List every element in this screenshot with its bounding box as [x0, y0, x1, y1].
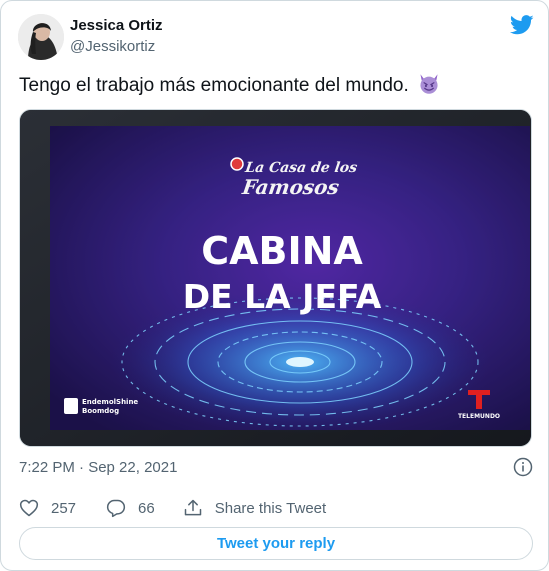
tweet-card: Jessica Ortiz @Jessikortiz Tengo el trab…: [0, 0, 549, 571]
info-icon[interactable]: [513, 457, 533, 477]
twitter-bird-icon[interactable]: [510, 15, 534, 35]
tweet-body: Tengo el trabajo más emocionante del mun…: [19, 75, 409, 96]
reply-action-button[interactable]: 66: [106, 498, 155, 518]
tweet-text: Tengo el trabajo más emocionante del mun…: [19, 73, 530, 99]
avatar-image: [18, 14, 64, 60]
like-button[interactable]: 257: [19, 498, 76, 518]
share-label: Share this Tweet: [214, 499, 327, 517]
heart-icon: [19, 499, 39, 517]
tweet-timestamp[interactable]: 7:22 PM · Sep 22, 2021: [19, 459, 177, 476]
tweet-media-image[interactable]: La Casa de los Famosos CABINA DE LA JEFA…: [19, 109, 532, 447]
producer-line2: Boomdog: [82, 407, 119, 415]
smiling-imp-emoji-icon: [420, 74, 438, 94]
tweet-your-reply-button[interactable]: Tweet your reply: [19, 527, 533, 560]
reply-count: 66: [138, 499, 155, 517]
reply-button-label: Tweet your reply: [216, 535, 336, 552]
author-name[interactable]: Jessica Ortiz: [70, 17, 163, 34]
headline-line2: DE LA JEFA: [183, 277, 382, 316]
producer-line1: EndemolShine: [82, 398, 138, 406]
headline-line1: CABINA: [201, 229, 363, 273]
author-handle[interactable]: @Jessikortiz: [70, 38, 155, 55]
avatar[interactable]: [18, 14, 64, 60]
media-photo: La Casa de los Famosos CABINA DE LA JEFA…: [20, 110, 531, 446]
logo-line2: Famosos: [240, 175, 341, 199]
share-upload-icon: [184, 499, 201, 516]
tweet-actions: 257 66 Share this Tweet: [19, 498, 326, 518]
reply-bubble-icon: [106, 499, 126, 518]
logo-line1: La Casa de los: [243, 160, 358, 176]
share-button[interactable]: Share this Tweet: [183, 498, 326, 518]
network-name: TELEMUNDO: [458, 413, 500, 420]
like-count: 257: [51, 499, 77, 517]
